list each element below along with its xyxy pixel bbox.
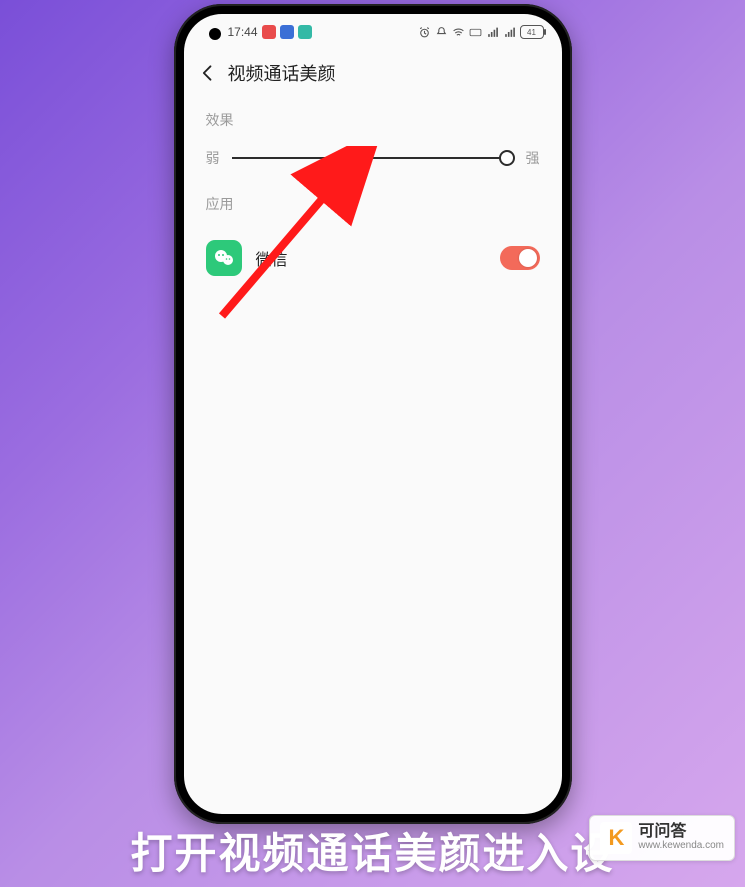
status-bar-left: 17:44 [228,25,312,39]
status-bar-right: 41 [418,25,544,39]
slider-thumb[interactable] [499,150,515,166]
signal-icon-1 [486,26,499,39]
app-row-wechat: 微信 [184,228,562,288]
toggle-knob [519,249,537,267]
signal-icon-2 [503,26,516,39]
alarm-icon [418,26,431,39]
battery-icon: 41 [520,25,544,39]
phone-screen: 17:44 41 视频通话美颜 [184,14,562,814]
watermark-logo: K [600,822,632,854]
status-app-badge-1 [262,25,276,39]
beauty-intensity-slider-row: 弱 强 [184,144,562,188]
app-row-left: 微信 [206,240,288,276]
wifi-icon [452,26,465,39]
section-label-apps: 应用 [184,188,562,228]
slider-max-label: 强 [526,148,540,168]
app-name-label: 微信 [256,246,288,270]
page-title: 视频通话美颜 [228,60,336,86]
status-bar: 17:44 41 [184,14,562,50]
back-arrow-icon[interactable] [198,63,218,83]
wechat-icon [206,240,242,276]
status-app-badge-3 [298,25,312,39]
beauty-intensity-slider[interactable] [232,157,514,159]
watermark-url: www.kewenda.com [638,841,724,852]
section-label-effect: 效果 [184,104,562,144]
front-camera-punchhole [209,28,221,40]
wechat-beauty-toggle[interactable] [500,246,540,270]
site-watermark: K 可问答 www.kewenda.com [589,815,735,861]
network-hd-icon [469,26,482,39]
title-bar: 视频通话美颜 [184,50,562,104]
bell-icon [435,26,448,39]
watermark-title: 可问答 [638,824,724,841]
slider-min-label: 弱 [206,148,220,168]
phone-frame: 17:44 41 视频通话美颜 [174,4,572,824]
status-app-badge-2 [280,25,294,39]
battery-percent-text: 41 [527,28,536,37]
clock-text: 17:44 [228,25,258,39]
